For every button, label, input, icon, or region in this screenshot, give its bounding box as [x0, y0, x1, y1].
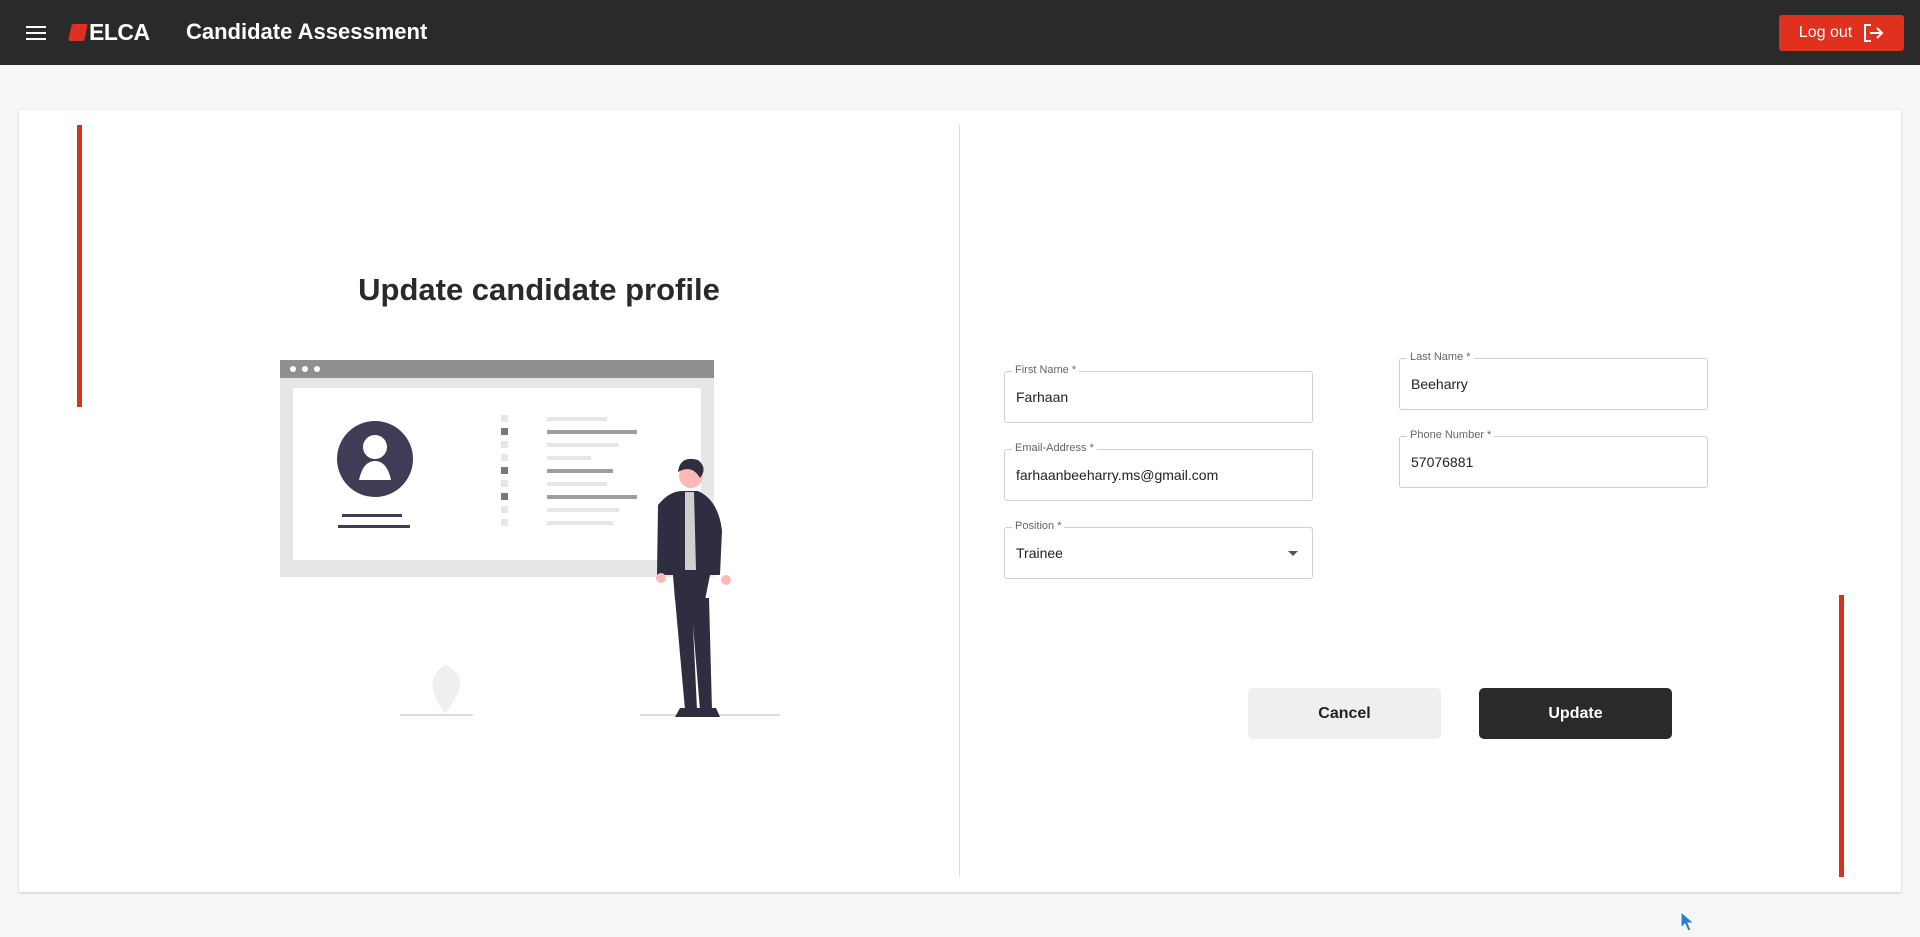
- logout-button[interactable]: Log out: [1779, 15, 1904, 51]
- hamburger-menu-icon[interactable]: [22, 20, 50, 46]
- profile-illustration: [280, 360, 780, 717]
- cancel-button[interactable]: Cancel: [1248, 688, 1441, 739]
- email-value[interactable]: farhaanbeeharry.ms@gmail.com: [1016, 467, 1276, 483]
- last-name-value[interactable]: Beeharry: [1411, 376, 1671, 392]
- logout-icon: [1864, 24, 1884, 42]
- logo-mark-icon: [68, 23, 88, 41]
- position-label: Position *: [1012, 520, 1065, 532]
- vertical-divider: [959, 125, 960, 877]
- top-app-bar: ELCA Candidate Assessment Log out: [0, 0, 1920, 65]
- logout-label: Log out: [1798, 24, 1853, 41]
- left-accent-bar: [77, 125, 82, 407]
- last-name-label: Last Name *: [1407, 351, 1474, 363]
- position-select[interactable]: Position * Trainee: [1004, 520, 1313, 579]
- profile-card: Update candidate profile First Name * Fa…: [19, 110, 1901, 892]
- right-accent-bar: [1839, 595, 1844, 877]
- position-value: Trainee: [1016, 545, 1063, 561]
- app-title: Candidate Assessment: [186, 19, 428, 44]
- first-name-value[interactable]: Farhaan: [1016, 389, 1276, 405]
- chevron-down-icon[interactable]: [1288, 551, 1298, 556]
- email-field[interactable]: Email-Address * farhaanbeeharry.ms@gmail…: [1004, 442, 1313, 501]
- first-name-label: First Name *: [1012, 364, 1080, 376]
- last-name-field[interactable]: Last Name * Beeharry: [1399, 351, 1708, 410]
- phone-number-label: Phone Number *: [1407, 429, 1495, 441]
- elca-logo[interactable]: ELCA: [68, 17, 150, 47]
- phone-number-field[interactable]: Phone Number * 57076881: [1399, 429, 1708, 488]
- mouse-pointer-icon: [1680, 911, 1696, 932]
- page-title: Update candidate profile: [358, 272, 720, 307]
- update-button[interactable]: Update: [1479, 688, 1672, 739]
- logo-text: ELCA: [89, 18, 150, 45]
- phone-number-value[interactable]: 57076881: [1411, 454, 1671, 470]
- first-name-field[interactable]: First Name * Farhaan: [1004, 364, 1313, 423]
- email-label: Email-Address *: [1012, 442, 1097, 454]
